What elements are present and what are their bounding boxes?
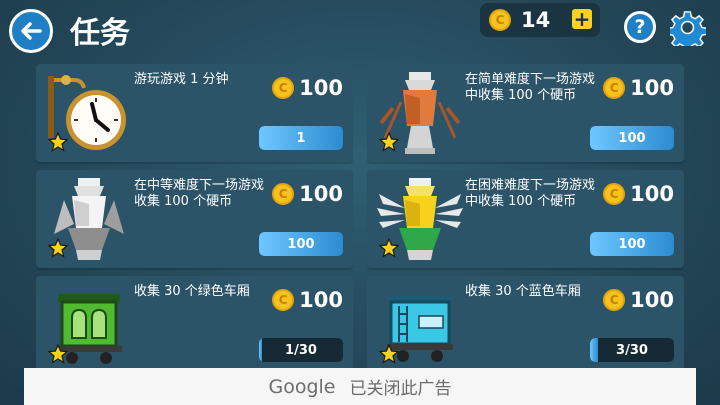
- coin-icon: C: [272, 183, 295, 205]
- reward-amount: 100: [299, 76, 343, 100]
- reward-amount: 100: [630, 182, 674, 206]
- arrow-left-icon: [21, 22, 42, 40]
- star-icon: [379, 344, 399, 364]
- mission-progress: 100: [590, 126, 674, 150]
- mission-card[interactable]: 收集 30 个绿色车厢 C 100 1/30: [36, 276, 353, 374]
- mission-description: 在简单难度下一场游戏中收集 100 个硬币: [465, 72, 596, 103]
- help-button[interactable]: ?: [624, 11, 656, 43]
- reward-amount: 100: [299, 288, 343, 312]
- back-button[interactable]: [9, 9, 53, 53]
- add-coins-button[interactable]: +: [570, 7, 594, 31]
- progress-text: 100: [618, 236, 646, 252]
- progress-text: 3/30: [616, 342, 648, 358]
- star-icon: [379, 238, 399, 258]
- settings-gear-icon[interactable]: [670, 10, 706, 46]
- mission-progress: 1: [259, 126, 343, 150]
- reward-amount: 100: [299, 182, 343, 206]
- mission-reward: C 100: [272, 76, 343, 100]
- mission-progress: 100: [259, 232, 343, 256]
- coin-icon: C: [272, 77, 295, 99]
- mission-card[interactable]: 在简单难度下一场游戏中收集 100 个硬币 C 100 100: [367, 64, 684, 162]
- star-icon: [48, 238, 68, 258]
- coin-icon: C: [603, 183, 626, 205]
- mission-description: 在困难难度下一场游戏中收集 100 个硬币: [465, 178, 596, 209]
- progress-text: 100: [287, 236, 315, 252]
- coin-balance: C 14 +: [480, 3, 600, 37]
- progress-text: 100: [618, 130, 646, 146]
- mission-reward: C 100: [272, 182, 343, 206]
- mission-description: 游玩游戏 1 分钟: [134, 72, 229, 87]
- mission-reward: C 100: [603, 288, 674, 312]
- star-icon: [48, 132, 68, 152]
- reward-amount: 100: [630, 288, 674, 312]
- ad-closed-bar: Google 已关闭此广告: [24, 368, 696, 405]
- mission-description: 收集 30 个蓝色车厢: [465, 284, 581, 299]
- mission-reward: C 100: [603, 182, 674, 206]
- progress-fill: [259, 338, 262, 362]
- mission-card[interactable]: 游玩游戏 1 分钟 C 100 1: [36, 64, 353, 162]
- mission-progress: 3/30: [590, 338, 674, 362]
- mission-card[interactable]: 在中等难度下一场游戏收集 100 个硬币 C 100 100: [36, 170, 353, 268]
- mission-card[interactable]: 收集 30 个蓝色车厢 C 100 3/30: [367, 276, 684, 374]
- coin-icon: C: [272, 289, 295, 311]
- star-icon: [379, 132, 399, 152]
- progress-text: 1: [296, 130, 306, 146]
- coin-icon: C: [603, 77, 626, 99]
- coin-icon: C: [489, 9, 511, 31]
- mission-description: 在中等难度下一场游戏收集 100 个硬币: [134, 178, 265, 209]
- progress-fill: [590, 338, 599, 362]
- reward-amount: 100: [630, 76, 674, 100]
- coin-count: 14: [521, 8, 551, 32]
- mission-description: 收集 30 个绿色车厢: [134, 284, 250, 299]
- star-icon: [48, 344, 68, 364]
- progress-text: 1/30: [285, 342, 317, 358]
- mission-progress: 100: [590, 232, 674, 256]
- mission-reward: C 100: [603, 76, 674, 100]
- ad-closed-text: 已关闭此广告: [349, 379, 452, 399]
- mission-progress: 1/30: [259, 338, 343, 362]
- page-title: 任务: [70, 16, 130, 51]
- google-logo: Google: [268, 375, 336, 398]
- mission-reward: C 100: [272, 288, 343, 312]
- mission-card[interactable]: 在困难难度下一场游戏中收集 100 个硬币 C 100 100: [367, 170, 684, 268]
- coin-icon: C: [603, 289, 626, 311]
